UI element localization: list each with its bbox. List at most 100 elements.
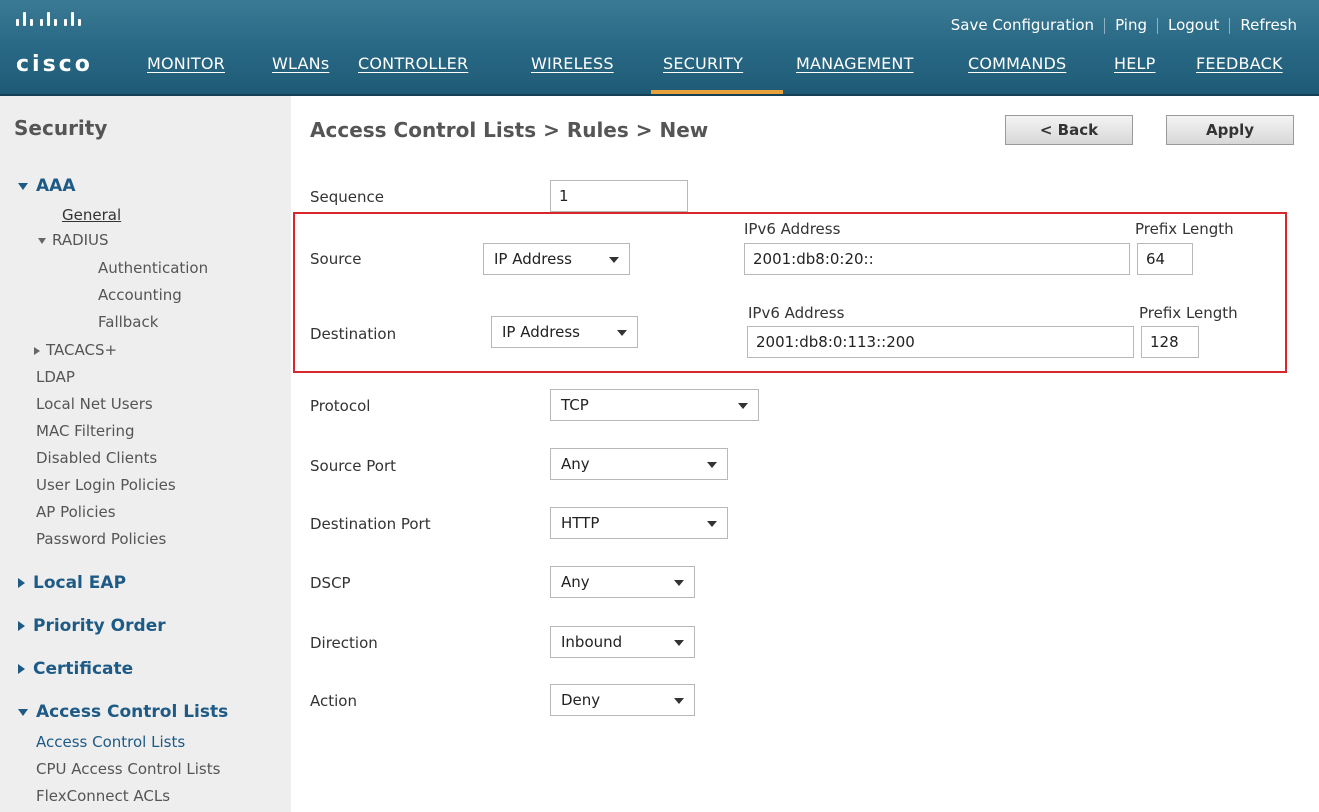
utility-links: Save Configuration Ping Logout Refresh bbox=[951, 16, 1297, 34]
chevron-down-icon bbox=[617, 330, 627, 336]
chevron-right-icon bbox=[18, 621, 25, 631]
sidebar-item-user-login-policies[interactable]: User Login Policies bbox=[36, 476, 176, 494]
sidebar-item-certificate[interactable]: Certificate bbox=[18, 659, 133, 679]
back-button[interactable]: < Back bbox=[1005, 115, 1133, 145]
nav-management[interactable]: MANAGEMENT bbox=[796, 54, 914, 73]
direction-value: Inbound bbox=[561, 633, 623, 651]
destination-type-value: IP Address bbox=[502, 323, 580, 341]
nav-monitor[interactable]: MONITOR bbox=[147, 54, 225, 73]
sidebar-title: Security bbox=[14, 116, 108, 140]
chevron-down-icon bbox=[738, 403, 748, 409]
dscp-select[interactable]: Any bbox=[550, 566, 695, 598]
action-label: Action bbox=[310, 692, 357, 710]
sidebar-item-label: Local EAP bbox=[33, 573, 127, 593]
sidebar-item-acl-sub[interactable]: Access Control Lists bbox=[36, 733, 185, 751]
destination-type-select[interactable]: IP Address bbox=[491, 316, 638, 348]
direction-select[interactable]: Inbound bbox=[550, 626, 695, 658]
sidebar-item-tacacs[interactable]: TACACS+ bbox=[34, 341, 117, 359]
destination-port-value: HTTP bbox=[561, 514, 600, 532]
source-label: Source bbox=[310, 250, 362, 268]
nav-controller[interactable]: CONTROLLER bbox=[358, 54, 468, 73]
save-configuration-link[interactable]: Save Configuration bbox=[951, 16, 1094, 34]
chevron-down-icon bbox=[707, 521, 717, 527]
destination-label: Destination bbox=[310, 325, 397, 343]
source-port-value: Any bbox=[561, 455, 590, 473]
source-type-value: IP Address bbox=[494, 250, 572, 268]
sequence-input[interactable]: 1 bbox=[550, 180, 688, 212]
chevron-right-icon bbox=[34, 346, 40, 355]
chevron-down-icon bbox=[38, 237, 46, 244]
divider bbox=[1229, 17, 1231, 34]
source-port-label: Source Port bbox=[310, 457, 397, 475]
nav-security[interactable]: SECURITY bbox=[663, 54, 743, 73]
protocol-value: TCP bbox=[561, 396, 589, 414]
sidebar-item-priority-order[interactable]: Priority Order bbox=[18, 616, 166, 636]
source-port-select[interactable]: Any bbox=[550, 448, 728, 480]
sidebar-item-fallback[interactable]: Fallback bbox=[98, 313, 158, 331]
source-ipv6-input[interactable]: 2001:db8:0:20:: bbox=[744, 243, 1130, 275]
sidebar-item-label: AAA bbox=[36, 176, 76, 196]
cisco-logo-text: cisco bbox=[16, 52, 93, 77]
active-tab-indicator bbox=[651, 90, 783, 96]
destination-ipv6-input[interactable]: 2001:db8:0:113::200 bbox=[747, 326, 1134, 358]
chevron-right-icon bbox=[18, 664, 25, 674]
nav-wireless[interactable]: WIRELESS bbox=[531, 54, 614, 73]
chevron-down-icon bbox=[674, 698, 684, 704]
sidebar-item-accounting[interactable]: Accounting bbox=[98, 286, 182, 304]
sidebar-item-label: Priority Order bbox=[33, 616, 166, 636]
sidebar-item-password-policies[interactable]: Password Policies bbox=[36, 530, 166, 548]
chevron-down-icon bbox=[674, 640, 684, 646]
sidebar-item-authentication[interactable]: Authentication bbox=[98, 259, 208, 277]
divider bbox=[1104, 17, 1106, 34]
sidebar-item-access-control-lists[interactable]: Access Control Lists bbox=[18, 702, 228, 722]
source-type-select[interactable]: IP Address bbox=[483, 243, 630, 275]
nav-help[interactable]: HELP bbox=[1114, 54, 1156, 73]
chevron-down-icon bbox=[18, 708, 28, 716]
logout-link[interactable]: Logout bbox=[1168, 16, 1219, 34]
sidebar-item-ap-policies[interactable]: AP Policies bbox=[36, 503, 116, 521]
sidebar-item-label: Certificate bbox=[33, 659, 134, 679]
sidebar-item-general[interactable]: General bbox=[62, 206, 121, 224]
sidebar-item-aaa[interactable]: AAA bbox=[18, 176, 75, 196]
sidebar-item-label: RADIUS bbox=[52, 231, 109, 249]
action-value: Deny bbox=[561, 691, 601, 709]
sidebar-item-ldap[interactable]: LDAP bbox=[36, 368, 75, 386]
top-header: cisco Save Configuration Ping Logout Refres… bbox=[0, 0, 1319, 96]
page-title: Access Control Lists > Rules > New bbox=[310, 118, 709, 142]
destination-ipv6-label: IPv6 Address bbox=[748, 304, 845, 322]
direction-label: Direction bbox=[310, 634, 378, 652]
sequence-label: Sequence bbox=[310, 188, 384, 206]
sidebar-item-local-eap[interactable]: Local EAP bbox=[18, 573, 126, 593]
sidebar-item-radius[interactable]: RADIUS bbox=[38, 231, 109, 249]
sidebar-item-mac-filtering[interactable]: MAC Filtering bbox=[36, 422, 135, 440]
chevron-down-icon bbox=[609, 257, 619, 263]
sidebar-item-cpu-acl[interactable]: CPU Access Control Lists bbox=[36, 760, 220, 778]
nav-commands[interactable]: COMMANDS bbox=[968, 54, 1066, 73]
dscp-value: Any bbox=[561, 573, 590, 591]
protocol-label: Protocol bbox=[310, 397, 371, 415]
dscp-label: DSCP bbox=[310, 574, 351, 592]
nav-feedback[interactable]: FEEDBACK bbox=[1196, 54, 1283, 73]
action-select[interactable]: Deny bbox=[550, 684, 695, 716]
sidebar-item-label: TACACS+ bbox=[46, 341, 118, 359]
chevron-down-icon bbox=[674, 580, 684, 586]
sidebar-item-disabled-clients[interactable]: Disabled Clients bbox=[36, 449, 157, 467]
chevron-down-icon bbox=[18, 182, 28, 190]
destination-prefix-input[interactable]: 128 bbox=[1141, 326, 1199, 358]
nav-wlans[interactable]: WLANs bbox=[272, 54, 329, 73]
sidebar-item-flexconnect-acls[interactable]: FlexConnect ACLs bbox=[36, 787, 170, 805]
ping-link[interactable]: Ping bbox=[1115, 16, 1147, 34]
destination-port-select[interactable]: HTTP bbox=[550, 507, 728, 539]
sidebar-item-local-net-users[interactable]: Local Net Users bbox=[36, 395, 153, 413]
chevron-down-icon bbox=[707, 462, 717, 468]
destination-port-label: Destination Port bbox=[310, 515, 431, 533]
protocol-select[interactable]: TCP bbox=[550, 389, 759, 421]
source-prefix-label: Prefix Length bbox=[1135, 220, 1234, 238]
divider bbox=[1156, 17, 1158, 34]
sidebar: Security AAA General RADIUS Authenticati… bbox=[0, 96, 291, 812]
apply-button[interactable]: Apply bbox=[1166, 115, 1294, 145]
source-prefix-input[interactable]: 64 bbox=[1137, 243, 1193, 275]
chevron-right-icon bbox=[18, 578, 25, 588]
sidebar-item-label: Access Control Lists bbox=[36, 702, 229, 722]
refresh-link[interactable]: Refresh bbox=[1240, 16, 1297, 34]
